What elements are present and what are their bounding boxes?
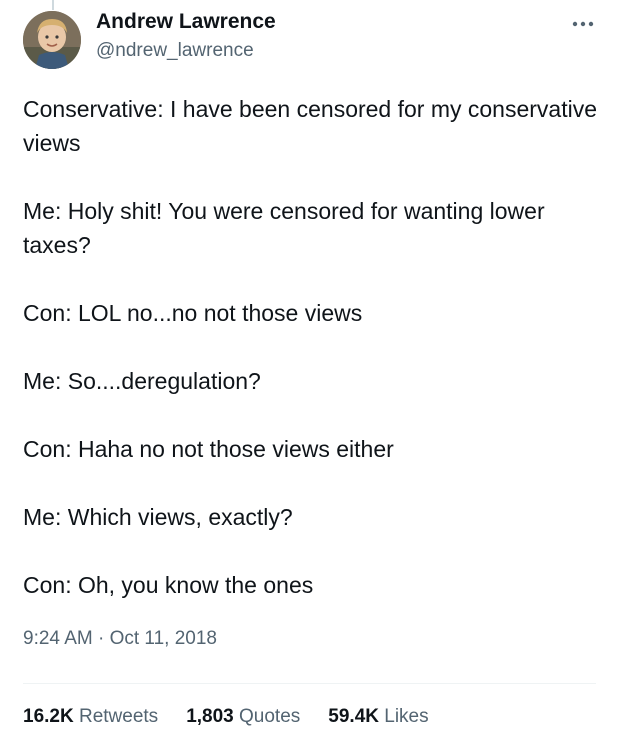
tweet-paragraph: Conservative: I have been censored for m… (23, 96, 598, 156)
thread-connector-line (52, 0, 54, 10)
tweet-paragraph: Me: So....deregulation? (23, 368, 261, 394)
quotes-stat[interactable]: 1,803 Quotes (186, 706, 300, 728)
retweets-count: 16.2K (23, 706, 74, 727)
quotes-count: 1,803 (186, 706, 234, 727)
likes-stat[interactable]: 59.4K Likes (328, 706, 428, 728)
likes-label: Likes (384, 706, 429, 727)
tweet-paragraph: Me: Which views, exactly? (23, 504, 293, 530)
tweet-paragraph: Con: Haha no not those views either (23, 436, 394, 462)
author-handle[interactable]: @ndrew_lawrence (96, 40, 254, 62)
retweets-label: Retweets (78, 706, 159, 727)
tweet-text: Conservative: I have been censored for m… (23, 92, 598, 636)
engagement-stats: 16.2K Retweets 1,803 Quotes 59.4K Likes (23, 706, 457, 728)
tweet-paragraph: Con: LOL no...no not those views (23, 300, 363, 326)
tweet: Andrew Lawrence @ndrew_lawrence Conserva… (0, 0, 619, 750)
quotes-label: Quotes (239, 706, 301, 727)
avatar[interactable] (23, 11, 81, 69)
more-horizontal-icon (572, 21, 594, 27)
profile-photo-icon (23, 11, 81, 69)
tweet-timestamp[interactable]: 9:24 AM · Oct 11, 2018 (23, 628, 217, 650)
tweet-paragraph: Con: Oh, you know the ones (23, 572, 314, 598)
likes-count: 59.4K (328, 706, 379, 727)
more-options-button[interactable] (569, 12, 597, 36)
author-name[interactable]: Andrew Lawrence (96, 10, 276, 34)
retweets-stat[interactable]: 16.2K Retweets (23, 706, 158, 728)
divider (23, 683, 596, 684)
tweet-paragraph: Me: Holy shit! You were censored for wan… (23, 198, 545, 258)
